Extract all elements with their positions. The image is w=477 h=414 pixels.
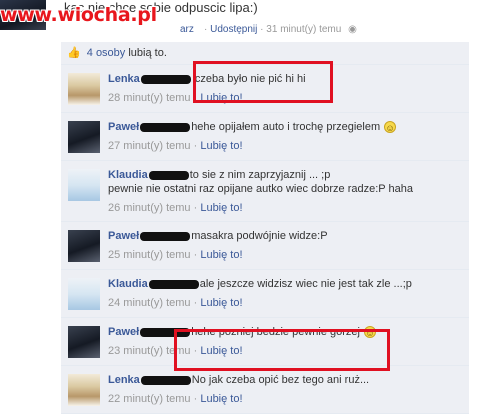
- like-link[interactable]: Lubię to!: [200, 297, 242, 309]
- meta-separator: ·: [193, 297, 198, 309]
- redaction-mark: [140, 122, 191, 132]
- meta-separator: ·: [204, 24, 208, 35]
- comment-item: Klaudia ale jeszcze widzisz wiec nie jest…: [61, 270, 469, 318]
- comment-author[interactable]: Lenka: [108, 374, 140, 386]
- avatar[interactable]: [68, 230, 100, 262]
- like-link[interactable]: Lubię to!: [200, 140, 242, 152]
- redaction-mark: [148, 279, 199, 289]
- avatar[interactable]: [68, 326, 100, 358]
- avatar[interactable]: [68, 278, 100, 310]
- comment-time: 22 minut(y) temu: [108, 393, 191, 405]
- comment-author[interactable]: Paweł: [108, 121, 139, 133]
- share-link[interactable]: Udostępnij: [210, 24, 257, 35]
- comment-meta: 22 minut(y) temu · Lubię to!: [108, 392, 461, 406]
- comment-time: 27 minut(y) temu: [108, 140, 191, 152]
- comment-text: to sie z nim zaprzyjaznij ... ;p: [189, 169, 331, 181]
- likes-count-link[interactable]: 4 osoby: [87, 47, 126, 59]
- avatar[interactable]: [68, 73, 100, 105]
- meta-separator: ·: [260, 24, 264, 35]
- comment-time: 26 minut(y) temu: [108, 202, 191, 214]
- meta-separator: ·: [193, 249, 198, 261]
- comment-text: hehe opijałem auto i trochę przegielem: [191, 121, 381, 133]
- globe-icon: ◉: [348, 24, 357, 35]
- comment-text: ale jeszcze widzisz wiec nie jest tak zl…: [199, 278, 412, 290]
- like-link[interactable]: Lubię to!: [200, 202, 242, 214]
- meta-separator: ·: [193, 140, 198, 152]
- comment-meta: 25 minut(y) temu · Lubię to!: [108, 248, 461, 262]
- comment-text: masakra podwójnie widze:P: [191, 230, 328, 242]
- comment-author[interactable]: Paweł: [108, 326, 139, 338]
- post-time: 31 minut(y) temu: [266, 24, 342, 35]
- meta-separator: ·: [193, 393, 198, 405]
- thumbs-up-icon: 👍: [67, 47, 81, 59]
- post-meta-partial: arz: [180, 24, 194, 35]
- redaction-mark: [140, 74, 191, 84]
- comment-time: 24 minut(y) temu: [108, 297, 191, 309]
- comment-text: No jak czeba opić bez tego ani ruż...: [191, 374, 370, 386]
- highlight-box: [174, 329, 390, 371]
- meta-separator: ·: [193, 202, 198, 214]
- avatar[interactable]: [68, 121, 100, 153]
- comment-author[interactable]: Klaudia: [108, 278, 148, 290]
- comment-author[interactable]: Klaudia: [108, 169, 148, 181]
- comment-meta: 27 minut(y) temu · Lubię to!: [108, 139, 461, 153]
- comment-item: Paweł masakra podwójnie widze:P 25 minut(…: [61, 222, 469, 270]
- smiley-icon: ☺: [384, 121, 397, 134]
- comment-meta: 24 minut(y) temu · Lubię to!: [108, 296, 461, 310]
- watermark: www.wiocha.pl: [0, 4, 157, 26]
- like-link[interactable]: Lubię to!: [200, 249, 242, 261]
- comment-author[interactable]: Lenka: [108, 73, 140, 85]
- redaction-mark: [140, 231, 191, 241]
- comment-item: Klaudia to sie z nim zaprzyjaznij ... ;p …: [61, 161, 469, 222]
- comment-text-continued: pewnie nie ostatni raz opijane autko wie…: [108, 183, 413, 195]
- avatar[interactable]: [68, 374, 100, 406]
- post-meta: · Udostępnij · 31 minut(y) temu ◉: [204, 24, 357, 35]
- comment-item: Paweł hehe opijałem auto i trochę przegie…: [61, 113, 469, 161]
- avatar[interactable]: [68, 169, 100, 201]
- comment-time: 25 minut(y) temu: [108, 249, 191, 261]
- likes-suffix: lubią to.: [128, 47, 167, 59]
- redaction-mark: [148, 170, 189, 180]
- comment-item: Lenka No jak czeba opić bez tego ani ruż.…: [61, 366, 469, 414]
- highlight-box: [193, 61, 333, 103]
- comment-meta: 26 minut(y) temu · Lubię to!: [108, 201, 461, 215]
- redaction-mark: [140, 375, 191, 385]
- comment-time: 28 minut(y) temu: [108, 92, 191, 104]
- comment-author[interactable]: Paweł: [108, 230, 139, 242]
- like-link[interactable]: Lubię to!: [200, 393, 242, 405]
